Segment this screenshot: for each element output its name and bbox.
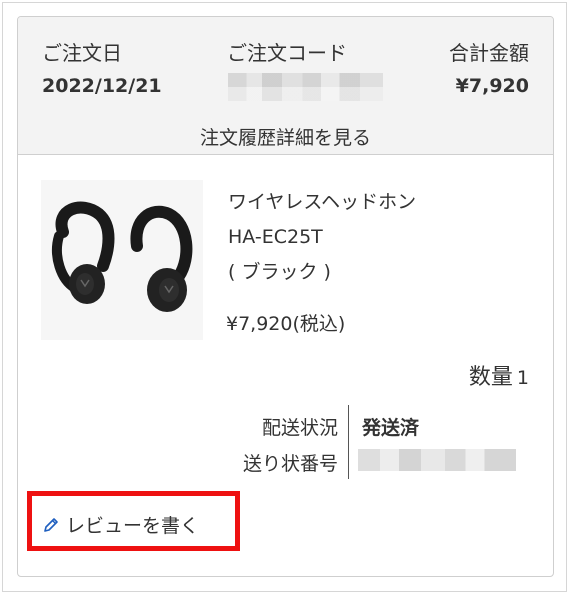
order-card: ご注文日 2022/12/21 ご注文コード 合計金額 ¥7,920 注文履歴詳…: [17, 16, 554, 577]
product-color: ( ブラック ): [228, 261, 331, 283]
product-price: ¥7,920(税込): [226, 309, 345, 336]
write-review-button[interactable]: レビューを書く: [42, 511, 199, 538]
product-name[interactable]: ワイヤレスヘッドホン HA-EC25T ( ブラック ): [228, 185, 416, 290]
order-date-value: 2022/12/21: [42, 75, 162, 97]
pencil-icon: [44, 517, 58, 532]
write-review-label: レビューを書く: [66, 515, 200, 537]
order-code-label: ご注文コード: [227, 41, 347, 65]
price-value: ¥7,920: [226, 313, 293, 335]
order-date-label: ご注文日: [42, 41, 122, 65]
quantity: 数量 1: [469, 359, 529, 391]
shipping-status-value: 発送済: [362, 417, 420, 439]
product-model: HA-EC25T: [228, 226, 323, 248]
order-total-label: 合計金額: [449, 41, 529, 65]
tax-note: (税込): [292, 313, 346, 335]
product-name-line1: ワイヤレスヘッドホン: [228, 191, 417, 213]
order-header: ご注文日 2022/12/21 ご注文コード 合計金額 ¥7,920 注文履歴詳…: [18, 17, 553, 155]
order-total-value: ¥7,920: [455, 75, 529, 97]
shipping-divider: [348, 405, 349, 479]
earbuds-product-image[interactable]: [41, 180, 203, 340]
tracking-number-redacted: [358, 449, 516, 471]
order-detail-link[interactable]: 注文履歴詳細を見る: [18, 123, 553, 150]
order-code-redacted: [228, 73, 383, 101]
quantity-label: 数量: [468, 365, 513, 390]
quantity-value: 1: [516, 367, 529, 389]
tracking-number-label: 送り状番号: [242, 453, 338, 475]
shipping-status-label: 配送状況: [261, 417, 338, 439]
